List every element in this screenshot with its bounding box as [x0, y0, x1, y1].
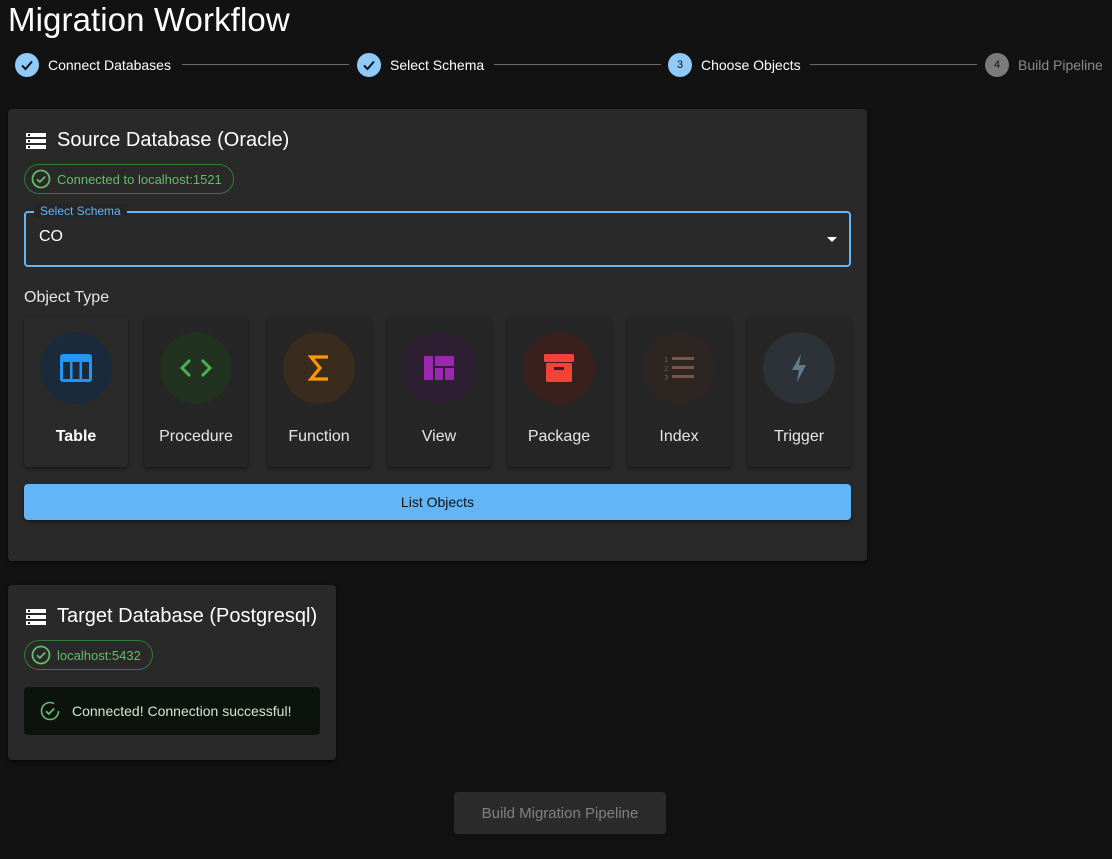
- step-label: Connect Databases: [48, 57, 171, 73]
- object-type-label: Function: [288, 428, 350, 445]
- target-database-card: Target Database (Postgresql) localhost:5…: [8, 585, 336, 760]
- step-choose-objects[interactable]: 3 Choose Objects: [668, 53, 801, 77]
- svg-text:1: 1: [664, 356, 668, 364]
- step-label: Choose Objects: [701, 57, 801, 73]
- archive-icon: [523, 332, 595, 404]
- object-type-index[interactable]: 123 Index: [627, 317, 731, 467]
- schema-select[interactable]: Select Schema CO: [24, 204, 851, 267]
- object-type-view[interactable]: View: [387, 317, 491, 467]
- schema-select-label: Select Schema: [34, 204, 127, 218]
- database-icon: [25, 132, 47, 150]
- view-quilt-icon: [403, 332, 475, 404]
- table-icon: [40, 332, 112, 404]
- database-icon: [25, 608, 47, 626]
- object-type-label: Table: [55, 428, 97, 445]
- object-type-table[interactable]: Table: [24, 317, 128, 467]
- list-objects-button[interactable]: List Objects: [24, 484, 851, 520]
- target-status-chip: localhost:5432: [24, 640, 153, 670]
- check-circle-outline-icon: [31, 645, 51, 665]
- object-type-trigger[interactable]: Trigger: [747, 317, 851, 467]
- code-icon: [160, 332, 232, 404]
- step-connect-databases[interactable]: Connect Databases: [15, 53, 171, 77]
- check-circle-icon: [357, 53, 381, 77]
- step-select-schema[interactable]: Select Schema: [357, 53, 484, 77]
- source-title-text: Source Database (Oracle): [57, 129, 290, 151]
- check-circle-icon: [15, 53, 39, 77]
- check-circle-outline-icon: [31, 169, 51, 189]
- bolt-icon: [763, 332, 835, 404]
- target-card-title: Target Database (Postgresql): [25, 605, 317, 628]
- object-type-label: Trigger: [773, 428, 825, 445]
- chip-label: Connected to localhost:1521: [57, 171, 222, 187]
- step-number-icon: 4: [985, 53, 1009, 77]
- object-type-package[interactable]: Package: [507, 317, 611, 467]
- step-connector: [494, 64, 661, 65]
- object-type-label: View: [421, 428, 457, 445]
- object-type-label: Package: [527, 428, 591, 445]
- step-label: Select Schema: [390, 57, 485, 73]
- object-type-label: Procedure: [159, 428, 233, 445]
- object-type-function[interactable]: Function: [267, 317, 371, 467]
- check-circle-outline-icon: [40, 701, 60, 721]
- object-type-label: Index: [659, 428, 699, 445]
- step-number-icon: 3: [668, 53, 692, 77]
- object-type-label: Object Type: [24, 289, 110, 306]
- schema-select-value: CO: [39, 228, 63, 245]
- list-numbered-icon: 123: [643, 332, 715, 404]
- object-type-procedure[interactable]: Procedure: [144, 317, 248, 467]
- step-connector: [810, 64, 977, 65]
- source-database-card: Source Database (Oracle) Connected to lo…: [8, 109, 867, 561]
- target-title-text: Target Database (Postgresql): [57, 605, 318, 627]
- step-connector: [182, 64, 349, 65]
- svg-text:2: 2: [664, 365, 668, 373]
- sigma-icon: [283, 332, 355, 404]
- alert-message: Connected! Connection successful!: [72, 703, 292, 719]
- step-build-pipeline[interactable]: 4 Build Pipeline: [985, 53, 1103, 77]
- svg-text:3: 3: [664, 374, 668, 381]
- chip-label: localhost:5432: [57, 647, 141, 663]
- connection-success-alert: Connected! Connection successful!: [24, 687, 320, 735]
- page-title: Migration Workflow: [8, 1, 290, 38]
- step-label: Build Pipeline: [1018, 57, 1103, 73]
- source-card-title: Source Database (Oracle): [25, 129, 289, 152]
- build-migration-pipeline-button[interactable]: Build Migration Pipeline: [454, 792, 666, 834]
- source-status-chip: Connected to localhost:1521: [24, 164, 234, 194]
- dropdown-arrow-icon: [827, 237, 837, 242]
